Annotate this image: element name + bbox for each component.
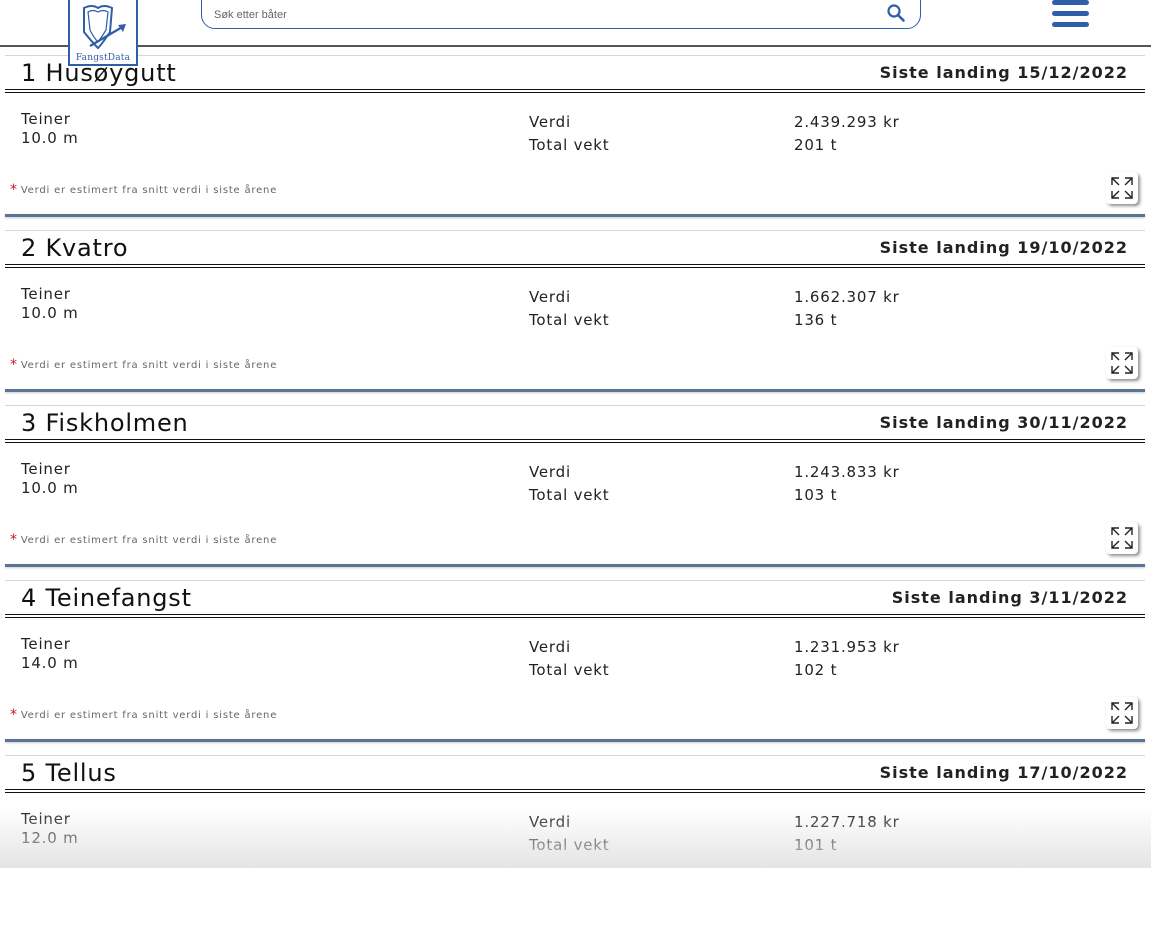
gear-type: Teiner xyxy=(21,285,71,303)
estimate-note: * Verdi er estimert fra snitt verdi i sis… xyxy=(10,532,277,548)
weight-amount: 103 t xyxy=(794,486,838,504)
expand-button[interactable] xyxy=(1106,347,1138,379)
vessel-card: 3 Fiskholmen Siste landing 30/11/2022 Te… xyxy=(0,405,1151,580)
gear-type: Teiner xyxy=(21,635,71,653)
top-bar xyxy=(0,0,1151,47)
expand-icon xyxy=(1111,177,1133,199)
vessel-length: 10.0 m xyxy=(21,304,79,322)
expand-button[interactable] xyxy=(1106,522,1138,554)
last-landing: Siste landing 30/11/2022 xyxy=(879,413,1128,432)
divider xyxy=(5,214,1145,217)
asterisk: * xyxy=(10,182,18,198)
divider xyxy=(5,389,1145,392)
logo-text: FangstData xyxy=(75,53,131,63)
value-amount: 1.662.307 kr xyxy=(794,288,900,306)
estimate-note-text: Verdi er estimert fra snitt verdi i sist… xyxy=(20,535,278,546)
estimate-note-text: Verdi er estimert fra snitt verdi i sist… xyxy=(20,710,278,721)
vessel-name[interactable]: 3 Fiskholmen xyxy=(21,409,189,437)
weight-label: Total vekt xyxy=(529,136,610,154)
expand-icon xyxy=(1111,527,1133,549)
divider xyxy=(5,580,1145,581)
weight-amount: 201 t xyxy=(794,136,838,154)
estimate-note-text: Verdi er estimert fra snitt verdi i sist… xyxy=(20,360,278,371)
divider xyxy=(5,614,1145,618)
expand-icon xyxy=(1111,352,1133,374)
weight-amount: 136 t xyxy=(794,311,838,329)
expand-button[interactable] xyxy=(1106,172,1138,204)
divider xyxy=(5,264,1145,268)
value-label: Verdi xyxy=(529,113,571,131)
search-icon[interactable] xyxy=(886,3,906,27)
divider xyxy=(5,89,1145,93)
value-amount: 2.439.293 kr xyxy=(794,113,900,131)
divider xyxy=(5,230,1145,231)
gear-type: Teiner xyxy=(21,110,71,128)
value-label: Verdi xyxy=(529,288,571,306)
vessel-length: 10.0 m xyxy=(21,129,79,147)
hamburger-menu-icon[interactable] xyxy=(1052,0,1090,28)
divider xyxy=(5,755,1145,756)
search-input[interactable] xyxy=(212,5,856,25)
vessel-name[interactable]: 4 Teinefangst xyxy=(21,584,192,612)
vessel-length: 12.0 m xyxy=(21,829,79,847)
weight-label: Total vekt xyxy=(529,311,610,329)
vessel-name[interactable]: 2 Kvatro xyxy=(21,234,128,262)
vessel-length: 10.0 m xyxy=(21,479,79,497)
vessel-name[interactable]: 5 Tellus xyxy=(21,759,117,787)
gear-type: Teiner xyxy=(21,810,71,828)
estimate-note-text: Verdi er estimert fra snitt verdi i sist… xyxy=(20,185,278,196)
weight-label: Total vekt xyxy=(529,836,610,854)
vessel-card: 4 Teinefangst Siste landing 3/11/2022 Te… xyxy=(0,580,1151,755)
divider xyxy=(5,55,1145,56)
weight-amount: 101 t xyxy=(794,836,838,854)
vessel-card: 1 Husøygutt Siste landing 15/12/2022 Tei… xyxy=(0,55,1151,230)
value-amount: 1.227.718 kr xyxy=(794,813,900,831)
vessel-card: 2 Kvatro Siste landing 19/10/2022 Teiner… xyxy=(0,230,1151,405)
vessel-card: 5 Tellus Siste landing 17/10/2022 Teiner… xyxy=(0,755,1151,930)
last-landing: Siste landing 3/11/2022 xyxy=(891,588,1128,607)
last-landing: Siste landing 19/10/2022 xyxy=(879,238,1128,257)
divider xyxy=(5,789,1145,793)
divider xyxy=(5,405,1145,406)
divider xyxy=(5,564,1145,567)
divider xyxy=(5,439,1145,443)
value-label: Verdi xyxy=(529,463,571,481)
search-bar[interactable] xyxy=(201,0,921,29)
gear-type: Teiner xyxy=(21,460,71,478)
estimate-note: * Verdi er estimert fra snitt verdi i sis… xyxy=(10,182,277,198)
value-label: Verdi xyxy=(529,813,571,831)
expand-icon xyxy=(1111,702,1133,724)
weight-label: Total vekt xyxy=(529,661,610,679)
estimate-note: * Verdi er estimert fra snitt verdi i sis… xyxy=(10,357,277,373)
last-landing: Siste landing 17/10/2022 xyxy=(879,763,1128,782)
weight-amount: 102 t xyxy=(794,661,838,679)
asterisk: * xyxy=(10,707,18,723)
divider xyxy=(5,739,1145,742)
value-amount: 1.231.953 kr xyxy=(794,638,900,656)
estimate-note: * Verdi er estimert fra snitt verdi i sis… xyxy=(10,707,277,723)
expand-button[interactable] xyxy=(1106,697,1138,729)
value-label: Verdi xyxy=(529,638,571,656)
asterisk: * xyxy=(10,357,18,373)
vessel-length: 14.0 m xyxy=(21,654,79,672)
vessel-list: 1 Husøygutt Siste landing 15/12/2022 Tei… xyxy=(0,55,1151,930)
asterisk: * xyxy=(10,532,18,548)
value-amount: 1.243.833 kr xyxy=(794,463,900,481)
fangstdata-logo[interactable]: FangstData xyxy=(68,0,138,66)
last-landing: Siste landing 15/12/2022 xyxy=(879,63,1128,82)
weight-label: Total vekt xyxy=(529,486,610,504)
